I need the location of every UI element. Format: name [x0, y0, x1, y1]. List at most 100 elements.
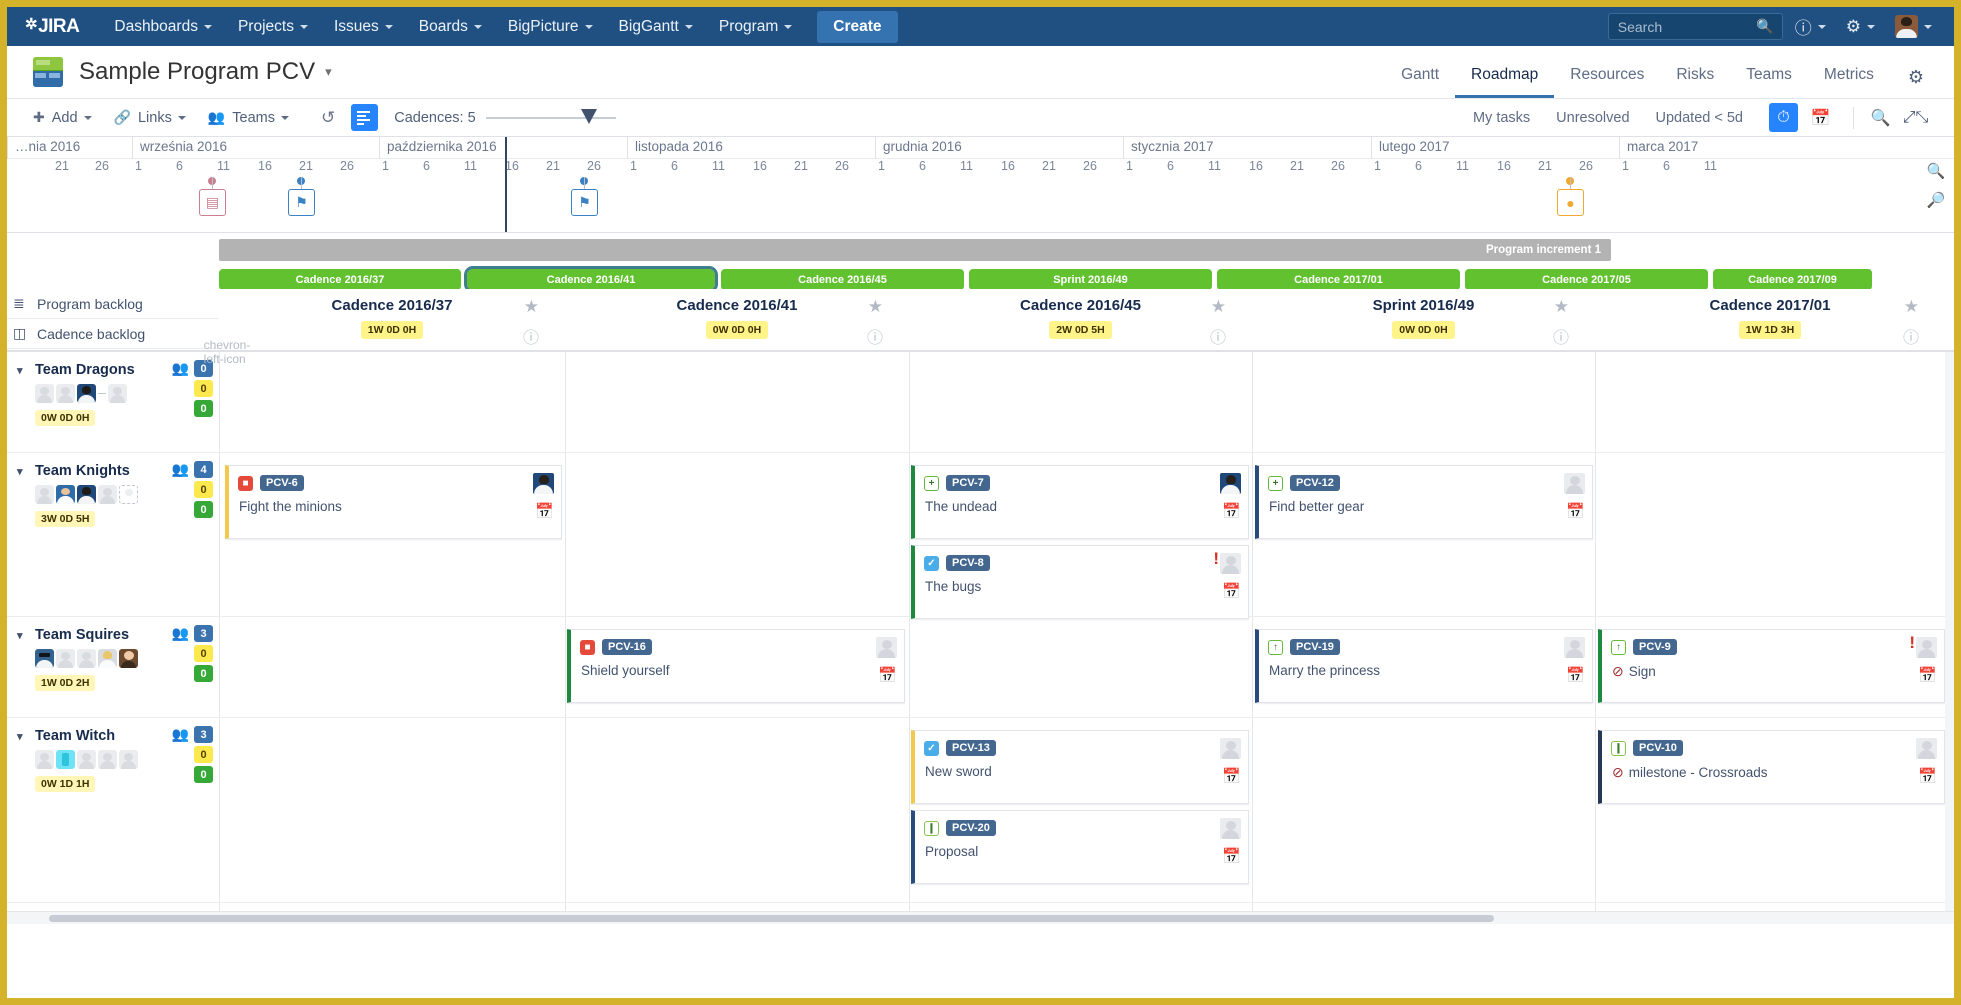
- issue-key[interactable]: PCV-9: [1633, 639, 1677, 655]
- zoom-in-icon[interactable]: 🔍: [1926, 161, 1946, 181]
- avatar[interactable]: [77, 384, 96, 403]
- cadence-bar-3[interactable]: Sprint 2016/49: [969, 269, 1212, 290]
- tab-teams[interactable]: Teams: [1730, 66, 1808, 98]
- nav-item-program[interactable]: Program: [706, 7, 805, 46]
- favorite-star-icon[interactable]: ★: [1904, 297, 1919, 317]
- zoom-out-icon[interactable]: 🔎: [1926, 190, 1946, 210]
- avatar[interactable]: [77, 750, 96, 769]
- issue-card[interactable]: ■ PCV-6 Fight the minions 📅: [225, 465, 562, 539]
- calendar-icon[interactable]: 📅: [535, 502, 554, 520]
- avatar[interactable]: [108, 384, 127, 403]
- issue-key[interactable]: PCV-6: [260, 475, 304, 491]
- issue-key[interactable]: PCV-19: [1290, 639, 1340, 655]
- avatar[interactable]: [56, 649, 75, 668]
- info-icon[interactable]: ⓘ: [523, 324, 539, 348]
- cadences-slider[interactable]: [485, 108, 616, 124]
- tab-roadmap[interactable]: Roadmap: [1455, 66, 1555, 98]
- calendar-icon[interactable]: 📅: [1222, 767, 1241, 785]
- help-icon[interactable]: ⓘ: [1787, 7, 1834, 46]
- cadence-bar-2[interactable]: Cadence 2016/45: [721, 269, 964, 290]
- avatar[interactable]: [56, 485, 75, 504]
- favorite-star-icon[interactable]: ★: [1554, 297, 1569, 317]
- assignee-avatar[interactable]: [1564, 473, 1585, 494]
- issue-key[interactable]: PCV-12: [1290, 475, 1340, 491]
- calendar-icon[interactable]: 📅: [1918, 666, 1937, 684]
- calendar-icon[interactable]: 📅: [1806, 103, 1835, 132]
- global-search[interactable]: 🔍: [1607, 13, 1783, 40]
- avatar[interactable]: [98, 750, 117, 769]
- teams-button[interactable]: 👥 Teams: [208, 109, 289, 126]
- issue-card[interactable]: + PCV-7 The undead 📅: [911, 465, 1249, 539]
- issue-key[interactable]: PCV-8: [946, 555, 990, 571]
- program-backlog-button[interactable]: ≣ Program backlog: [7, 289, 219, 319]
- refresh-icon[interactable]: ↺: [321, 108, 335, 128]
- search-icon[interactable]: 🔍: [1866, 103, 1895, 132]
- program-increment-bar[interactable]: Program increment 1: [219, 239, 1611, 261]
- calendar-icon[interactable]: 📅: [1222, 847, 1241, 865]
- cadence-bar-1[interactable]: Cadence 2016/41: [464, 266, 718, 293]
- favorite-star-icon[interactable]: ★: [524, 297, 539, 317]
- issue-key[interactable]: PCV-7: [946, 475, 990, 491]
- filter-my-tasks[interactable]: My tasks: [1473, 110, 1530, 126]
- lightning-icon[interactable]: ⏱: [1769, 103, 1798, 132]
- create-button[interactable]: Create: [817, 10, 898, 43]
- assignee-avatar[interactable]: [533, 473, 554, 494]
- cadence-bar-6[interactable]: Cadence 2017/09: [1713, 269, 1872, 290]
- calendar-icon[interactable]: 📅: [1918, 767, 1937, 785]
- issue-card[interactable]: ❙ PCV-20 Proposal 📅: [911, 810, 1249, 884]
- search-input[interactable]: [1617, 18, 1758, 35]
- avatar[interactable]: [35, 750, 54, 769]
- list-view-icon[interactable]: [351, 104, 379, 131]
- avatar[interactable]: [119, 485, 138, 504]
- nav-item-dashboards[interactable]: Dashboards: [101, 7, 225, 46]
- assignee-avatar[interactable]: [1916, 637, 1937, 658]
- issue-key[interactable]: PCV-10: [1633, 740, 1683, 756]
- avatar[interactable]: [56, 384, 75, 403]
- chevron-down-icon[interactable]: ▾: [17, 730, 31, 743]
- document-marker[interactable]: ▤: [199, 189, 226, 216]
- expand-icon[interactable]: ⤢⤡: [1901, 103, 1930, 132]
- avatar[interactable]: [119, 649, 138, 668]
- tab-resources[interactable]: Resources: [1554, 66, 1660, 98]
- chevron-down-icon[interactable]: ▾: [17, 364, 31, 377]
- jira-logo[interactable]: ✲ JIRA: [25, 16, 80, 38]
- nav-item-biggantt[interactable]: BigGantt: [606, 7, 706, 46]
- avatar[interactable]: [35, 485, 54, 504]
- assignee-avatar[interactable]: [1564, 637, 1585, 658]
- issue-card[interactable]: ↑ PCV-9 ⊘ Sign! 📅: [1598, 629, 1945, 703]
- info-icon[interactable]: ⓘ: [867, 324, 883, 348]
- assignee-avatar[interactable]: [876, 637, 897, 658]
- add-button[interactable]: ✚ Add: [33, 109, 92, 126]
- slider-thumb[interactable]: [580, 108, 597, 124]
- cadence-bar-4[interactable]: Cadence 2017/01: [1217, 269, 1460, 290]
- scrollbar-thumb[interactable]: [49, 915, 1494, 922]
- calendar-icon[interactable]: 📅: [1222, 502, 1241, 520]
- info-icon[interactable]: ⓘ: [1903, 324, 1919, 348]
- assignee-avatar[interactable]: [1220, 473, 1241, 494]
- issue-key[interactable]: PCV-13: [946, 740, 996, 756]
- vertical-scrollbar[interactable]: [1945, 352, 1954, 924]
- tab-gantt[interactable]: Gantt: [1385, 66, 1455, 98]
- nav-item-issues[interactable]: Issues: [321, 7, 406, 46]
- project-dropdown-icon[interactable]: ▾: [325, 64, 332, 80]
- cadence-bar-0[interactable]: Cadence 2016/37: [219, 269, 461, 290]
- tab-risks[interactable]: Risks: [1660, 66, 1730, 98]
- issue-card[interactable]: ❙ PCV-10 ⊘ milestone - Crossroads 📅: [1598, 730, 1945, 804]
- issue-card[interactable]: ✓ PCV-8 The bugs! 📅: [911, 545, 1249, 619]
- nav-item-bigpicture[interactable]: BigPicture: [495, 7, 606, 46]
- issue-key[interactable]: PCV-20: [946, 820, 996, 836]
- issue-card[interactable]: ↑ PCV-19 Marry the princess 📅: [1255, 629, 1593, 703]
- assignee-avatar[interactable]: [1220, 738, 1241, 759]
- avatar[interactable]: [56, 750, 75, 769]
- avatar-icon[interactable]: [1887, 7, 1940, 46]
- cadence-backlog-button[interactable]: ◫ Cadence backlog: [7, 319, 219, 349]
- sidebar-collapse-toggle[interactable]: chevron-left-icon: [204, 338, 251, 366]
- avatar[interactable]: [98, 485, 117, 504]
- avatar[interactable]: [77, 485, 96, 504]
- chevron-down-icon[interactable]: ▾: [17, 465, 31, 478]
- gear-icon[interactable]: ⚙: [1838, 7, 1883, 46]
- flag-marker[interactable]: ⚑: [571, 189, 598, 216]
- cadence-bar-5[interactable]: Cadence 2017/05: [1465, 269, 1708, 290]
- assignee-avatar[interactable]: [1220, 818, 1241, 839]
- calendar-icon[interactable]: 📅: [1566, 502, 1585, 520]
